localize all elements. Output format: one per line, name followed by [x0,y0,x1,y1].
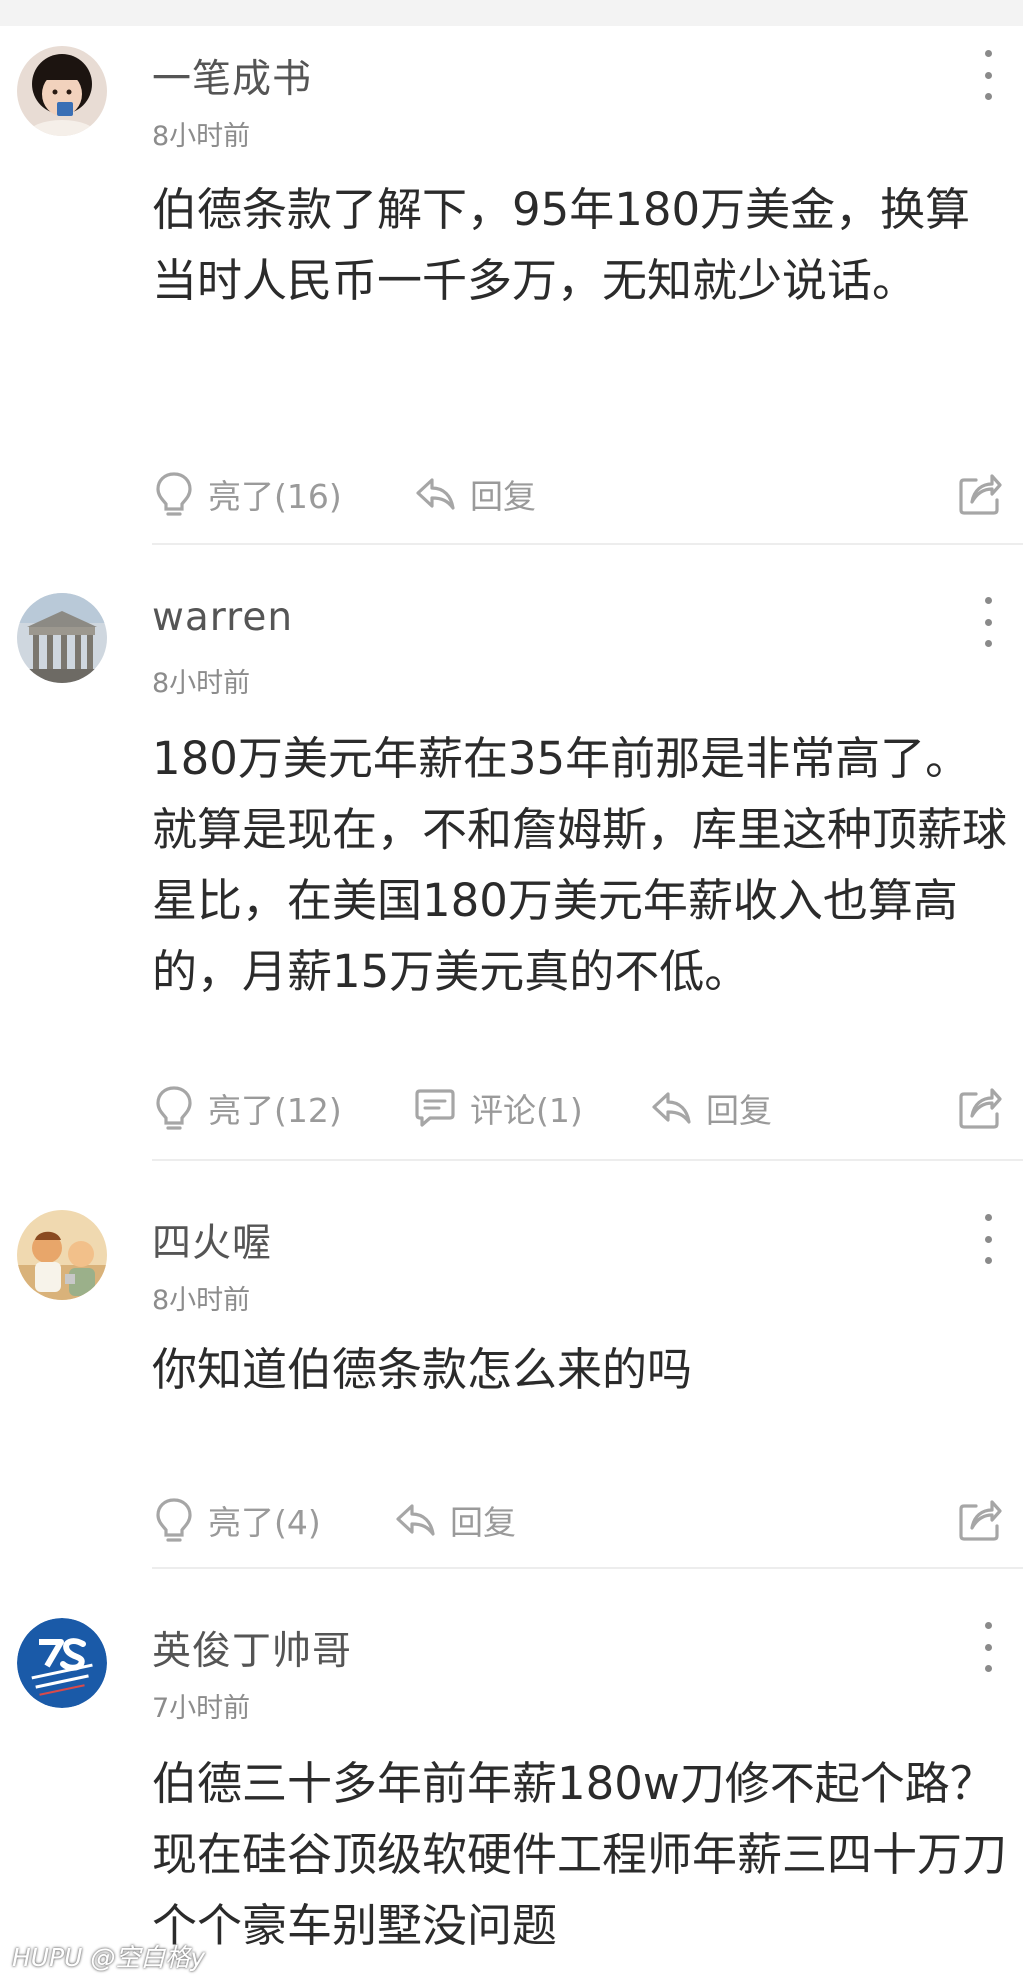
top-bar [0,0,1023,26]
reply-label: 回复 [706,1091,772,1130]
comment-text: 180万美元年薪在35年前那是非常高了。就算是现在，不和詹姆斯，库里这种顶薪球星… [152,732,1008,998]
action-bar: 亮了(4) 回复 [150,1490,1010,1550]
more-icon[interactable] [976,50,1000,100]
username[interactable]: warren [152,595,293,640]
more-icon[interactable] [976,597,1000,647]
lightbulb-icon [156,1086,192,1130]
action-bar: 亮了(16) 回复 [150,464,1010,524]
more-icon[interactable] [976,1214,1000,1264]
comment-text: 伯德三十多年前年薪180w刀修不起个路？现在硅谷顶级软硬件工程师年薪三四十万刀个… [152,1757,1008,1952]
reply-arrow-icon [416,478,455,510]
comment-text: 伯德条款了解下，95年180万美金，换算当时人民币一千多万，无知就少说话。 [152,183,971,307]
share-icon [959,1500,1002,1541]
avatar[interactable] [17,1210,107,1300]
avatar[interactable] [17,46,107,136]
comment-button[interactable]: 评论(1) [414,1078,583,1138]
reply-button[interactable]: 回复 [414,464,536,524]
share-icon [959,474,1002,515]
more-icon[interactable] [976,1622,1000,1672]
watermark: HUPU @空白格y [12,1943,206,1972]
share-button[interactable] [958,470,1002,520]
action-bar: 亮了(12) 评论(1) 回复 [150,1078,1010,1138]
light-button[interactable]: 亮了(16) [154,464,342,524]
timestamp: 7小时前 [152,1693,251,1724]
timestamp: 8小时前 [152,121,251,152]
comment-bubble-icon [415,1089,455,1127]
timestamp: 8小时前 [152,1285,251,1316]
comment-item: 英俊丁帅哥 7小时前 伯德三十多年前年薪180w刀修不起个路？现在硅谷顶级软硬件… [0,1618,1023,1979]
comment-text: 你知道伯德条款怎么来的吗 [152,1343,693,1396]
comment-item: 一笔成书 8小时前 伯德条款了解下，95年180万美金，换算当时人民币一千多万，… [0,46,1023,546]
username[interactable]: 英俊丁帅哥 [152,1620,352,1676]
share-button[interactable] [958,1084,1002,1134]
reply-label: 回复 [470,477,536,516]
reply-arrow-icon [652,1092,691,1124]
divider [152,543,1023,545]
reply-arrow-icon [396,1504,435,1536]
username[interactable]: 四火喔 [152,1212,272,1268]
light-label: 亮了(16) [208,477,342,516]
avatar[interactable] [17,1618,107,1708]
light-button[interactable]: 亮了(4) [154,1490,321,1550]
comment-label: 评论(1) [470,1091,583,1130]
share-icon [959,1088,1002,1129]
avatar[interactable] [17,593,107,683]
divider [152,1159,1023,1161]
lightbulb-icon [156,472,192,516]
reply-button[interactable]: 回复 [394,1490,516,1550]
reply-label: 回复 [450,1503,516,1542]
light-label: 亮了(4) [208,1503,321,1542]
light-label: 亮了(12) [208,1091,342,1130]
username[interactable]: 一笔成书 [152,48,312,104]
share-button[interactable] [958,1496,1002,1546]
timestamp: 8小时前 [152,668,251,699]
comment-item: 四火喔 8小时前 你知道伯德条款怎么来的吗 亮了(4) 回复 [0,1210,1023,1570]
light-button[interactable]: 亮了(12) [154,1078,342,1138]
lightbulb-icon [156,1498,192,1542]
reply-button[interactable]: 回复 [650,1078,772,1138]
comment-item: warren 8小时前 180万美元年薪在35年前那是非常高了。就算是现在，不和… [0,593,1023,1153]
divider [152,1567,1023,1569]
